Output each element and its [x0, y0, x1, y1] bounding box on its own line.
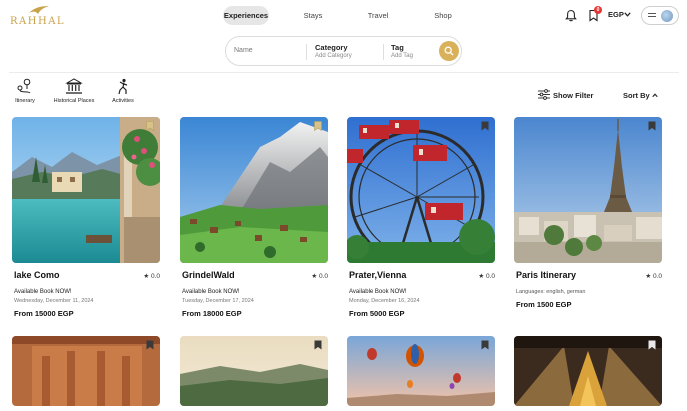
- bookmark-icon[interactable]: [314, 121, 322, 131]
- card-title[interactable]: GrindelWald: [182, 270, 235, 280]
- eiffel-tower-image: [514, 117, 662, 263]
- search-divider: [383, 44, 384, 60]
- logo-text: RAHHAL: [10, 16, 66, 27]
- date-text: Monday, December 16, 2024: [349, 298, 420, 304]
- tag-field-label[interactable]: Tag: [391, 43, 404, 52]
- person-activity-icon: [118, 78, 128, 95]
- bookmark-icon[interactable]: [314, 340, 322, 350]
- rating-value: 0.0: [318, 273, 328, 280]
- mountain-image: [180, 117, 328, 263]
- card-rating: ★ 0.0: [478, 273, 495, 280]
- category-historical-places[interactable]: Historical Places: [50, 78, 98, 104]
- category-activities[interactable]: Activities: [108, 78, 138, 104]
- rahhal-logo[interactable]: RAHHAL: [10, 5, 70, 29]
- avatar: [660, 9, 674, 23]
- bookmark-icon[interactable]: [481, 340, 489, 350]
- availability-text: Available Book NOW!: [14, 289, 72, 295]
- card-title[interactable]: lake Como: [14, 270, 60, 280]
- card-image[interactable]: [514, 117, 662, 263]
- languages-text: Languages: english, german: [516, 289, 586, 295]
- bookmark-icon[interactable]: [648, 121, 656, 131]
- card-image[interactable]: [180, 117, 328, 263]
- availability-text: Available Book NOW!: [349, 289, 407, 295]
- bookmark-icon[interactable]: [481, 121, 489, 131]
- user-menu-button[interactable]: [641, 6, 679, 25]
- filter-label: Show Filter: [553, 91, 594, 100]
- card-title[interactable]: Paris Itinerary: [516, 270, 576, 280]
- bookmark-icon[interactable]: [146, 340, 154, 350]
- chevron-up-icon[interactable]: [652, 93, 658, 98]
- petra-image: [12, 336, 160, 406]
- nav-shop[interactable]: Shop: [428, 6, 458, 25]
- nav-stays[interactable]: Stays: [297, 6, 329, 25]
- search-button[interactable]: [439, 41, 459, 61]
- price-text: From 5000 EGP: [349, 309, 405, 318]
- card-image[interactable]: [180, 336, 328, 406]
- bookmark-icon[interactable]: [648, 340, 656, 350]
- top-header: RAHHAL Experiences Stays Travel Shop 0 E…: [0, 0, 687, 34]
- nav-travel[interactable]: Travel: [362, 6, 394, 25]
- availability-text: Available Book NOW!: [182, 289, 240, 295]
- ferris-wheel-image: [347, 117, 495, 263]
- rating-value: 0.0: [150, 273, 160, 280]
- search-bar: Name Category Add Category Tag Add Tag: [225, 36, 462, 66]
- category-label: Activities: [112, 98, 134, 104]
- balloons-image: [347, 336, 495, 406]
- card-image[interactable]: [12, 117, 160, 263]
- chevron-down-icon[interactable]: [624, 12, 631, 17]
- tag-field-placeholder[interactable]: Add Tag: [391, 53, 413, 59]
- card-title[interactable]: Prater,Vienna: [349, 270, 406, 280]
- header-divider: [9, 72, 679, 73]
- card-image[interactable]: [347, 117, 495, 263]
- price-text: From 1500 EGP: [516, 300, 572, 309]
- rating-value: 0.0: [652, 273, 662, 280]
- category-field-label[interactable]: Category: [315, 43, 348, 52]
- filter-sliders-icon: [538, 89, 550, 100]
- price-text: From 15000 EGP: [14, 309, 74, 318]
- search-name-input[interactable]: Name: [234, 47, 253, 54]
- card-image[interactable]: [514, 336, 662, 406]
- price-text: From 18000 EGP: [182, 309, 242, 318]
- category-label: Itinerary: [15, 98, 35, 104]
- forest-hills-image: [180, 336, 328, 406]
- bird-logo-icon: [29, 6, 49, 14]
- pin-route-icon: [17, 78, 31, 94]
- card-image[interactable]: [347, 336, 495, 406]
- museum-icon: [65, 78, 83, 94]
- sort-by-button[interactable]: Sort By: [623, 91, 650, 100]
- rating-value: 0.0: [485, 273, 495, 280]
- lake-image: [12, 117, 160, 263]
- category-label: Historical Places: [53, 98, 95, 104]
- nav-experiences[interactable]: Experiences: [223, 6, 269, 25]
- date-text: Tuesday, December 17, 2024: [182, 298, 254, 304]
- search-divider: [306, 44, 307, 60]
- date-text: Wednesday, December 11, 2024: [14, 298, 94, 304]
- card-rating: ★ 0.0: [311, 273, 328, 280]
- card-rating: ★ 0.0: [143, 273, 160, 280]
- hamburger-icon: [648, 13, 656, 17]
- pyramid-interior-image: [514, 336, 662, 406]
- bell-icon[interactable]: [565, 9, 577, 22]
- category-field-placeholder[interactable]: Add Category: [315, 53, 352, 59]
- card-rating: ★ 0.0: [645, 273, 662, 280]
- category-itinerary[interactable]: Itinerary: [10, 78, 40, 104]
- bookmark-icon[interactable]: [146, 121, 154, 131]
- card-image[interactable]: [12, 336, 160, 406]
- currency-selector[interactable]: EGP: [608, 10, 624, 19]
- notification-badge: 0: [594, 6, 602, 14]
- search-icon: [444, 46, 454, 56]
